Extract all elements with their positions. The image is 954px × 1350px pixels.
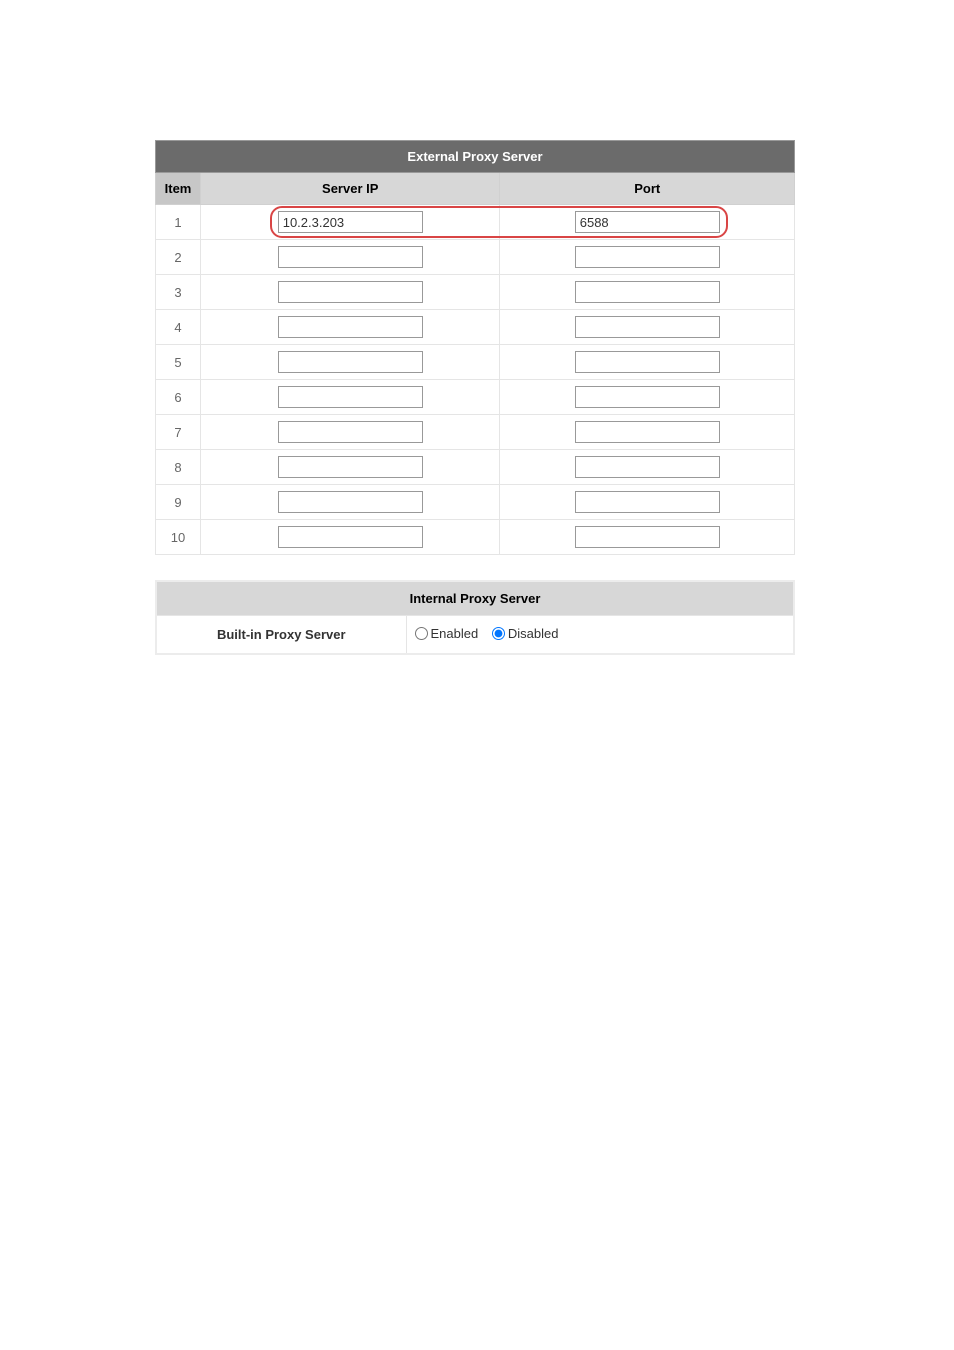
item-cell: 10 [156,520,201,555]
port-input[interactable] [575,281,720,303]
port-cell [500,380,795,415]
builtin-proxy-radio-group: Enabled Disabled [415,628,569,643]
port-cell [500,240,795,275]
table-row: 7 [156,415,795,450]
server-ip-cell [200,450,499,485]
server-ip-cell [200,415,499,450]
item-cell: 1 [156,205,201,240]
port-cell [500,450,795,485]
port-cell [500,205,795,240]
port-input[interactable] [575,351,720,373]
port-input[interactable] [575,456,720,478]
table-row: 8 [156,450,795,485]
table-row: 2 [156,240,795,275]
internal-proxy-title: Internal Proxy Server [156,581,794,616]
item-cell: 5 [156,345,201,380]
port-input[interactable] [575,211,720,233]
item-cell: 9 [156,485,201,520]
server-ip-cell [200,345,499,380]
item-cell: 7 [156,415,201,450]
server-ip-input[interactable] [278,351,423,373]
server-ip-input[interactable] [278,246,423,268]
port-input[interactable] [575,421,720,443]
table-row: 5 [156,345,795,380]
server-ip-input[interactable] [278,491,423,513]
table-row: 6 [156,380,795,415]
column-header-port: Port [500,173,795,205]
column-header-server-ip: Server IP [200,173,499,205]
radio-disabled-text: Disabled [508,626,559,641]
server-ip-cell [200,380,499,415]
server-ip-cell [200,240,499,275]
server-ip-input[interactable] [278,281,423,303]
external-proxy-table: External Proxy Server Item Server IP Por… [155,140,795,555]
port-input[interactable] [575,491,720,513]
radio-enabled[interactable] [415,627,428,640]
column-header-item: Item [156,173,201,205]
server-ip-input[interactable] [278,456,423,478]
port-input[interactable] [575,526,720,548]
table-row: 10 [156,520,795,555]
table-row: 1 [156,205,795,240]
internal-proxy-table: Internal Proxy Server Built-in Proxy Ser… [155,580,795,655]
server-ip-input[interactable] [278,211,423,233]
item-cell: 6 [156,380,201,415]
server-ip-cell [200,520,499,555]
item-cell: 4 [156,310,201,345]
server-ip-input[interactable] [278,421,423,443]
server-ip-cell [200,205,499,240]
radio-disabled-label[interactable]: Disabled [492,626,559,641]
server-ip-cell [200,485,499,520]
item-cell: 8 [156,450,201,485]
server-ip-input[interactable] [278,526,423,548]
server-ip-cell [200,310,499,345]
port-input[interactable] [575,246,720,268]
port-cell [500,520,795,555]
port-cell [500,345,795,380]
port-cell [500,275,795,310]
radio-enabled-text: Enabled [431,626,479,641]
server-ip-input[interactable] [278,386,423,408]
radio-enabled-label[interactable]: Enabled [415,626,479,641]
server-ip-cell [200,275,499,310]
port-cell [500,485,795,520]
item-cell: 2 [156,240,201,275]
port-input[interactable] [575,316,720,338]
table-row: 3 [156,275,795,310]
radio-disabled[interactable] [492,627,505,640]
port-input[interactable] [575,386,720,408]
server-ip-input[interactable] [278,316,423,338]
external-proxy-title: External Proxy Server [156,141,795,173]
builtin-proxy-label: Built-in Proxy Server [156,616,406,655]
port-cell [500,310,795,345]
table-row: 4 [156,310,795,345]
table-row: 9 [156,485,795,520]
item-cell: 3 [156,275,201,310]
port-cell [500,415,795,450]
